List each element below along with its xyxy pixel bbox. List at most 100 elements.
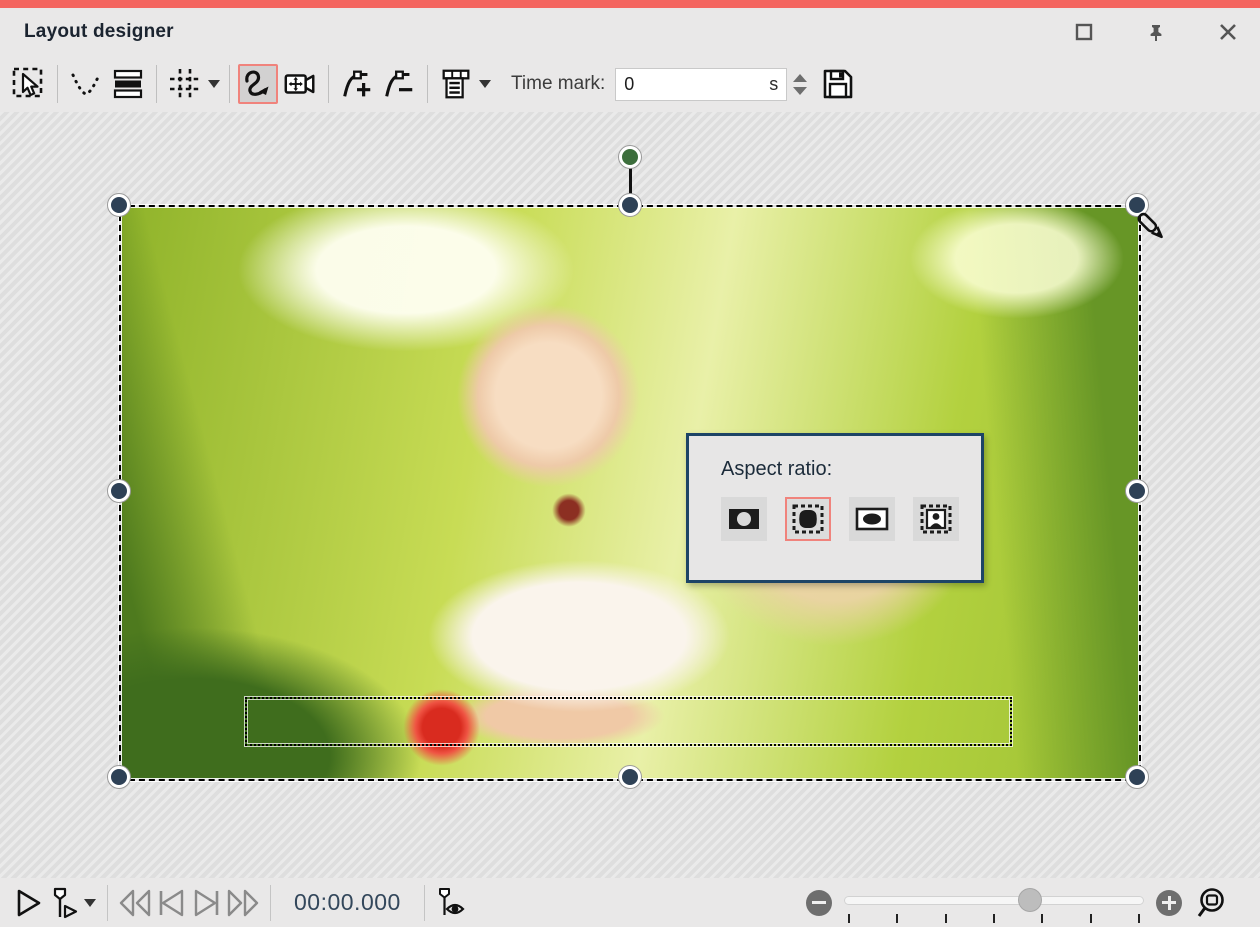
toolbar-separator bbox=[229, 65, 230, 103]
marker-eye-icon bbox=[434, 886, 470, 920]
time-mark-unit: s bbox=[769, 74, 778, 95]
titlebar: Layout designer bbox=[0, 8, 1260, 56]
camera-pan-icon bbox=[282, 66, 318, 102]
handle-bottom-right[interactable] bbox=[1126, 766, 1148, 788]
toolbar-separator bbox=[328, 65, 329, 103]
dotted-path-icon bbox=[68, 66, 104, 102]
maximize-button[interactable] bbox=[1070, 18, 1098, 46]
fast-forward-button[interactable] bbox=[225, 885, 261, 921]
pen-cursor-icon bbox=[1129, 205, 1175, 256]
save-icon bbox=[820, 66, 856, 102]
play-button[interactable] bbox=[10, 885, 46, 921]
grid-dropdown-caret[interactable] bbox=[206, 64, 222, 104]
play-mode-dropdown-caret[interactable] bbox=[82, 883, 98, 923]
close-icon bbox=[1219, 23, 1237, 41]
handle-top-center[interactable] bbox=[619, 194, 641, 216]
chevron-down-icon bbox=[84, 899, 96, 907]
layers-icon bbox=[110, 66, 146, 102]
zoom-slider-track[interactable] bbox=[844, 896, 1144, 905]
close-button[interactable] bbox=[1214, 18, 1242, 46]
time-mark-input[interactable] bbox=[624, 74, 765, 95]
pin-icon bbox=[1146, 22, 1166, 42]
handle-mid-right[interactable] bbox=[1126, 480, 1148, 502]
toolbar-separator bbox=[156, 65, 157, 103]
zoom-in-button[interactable] bbox=[1156, 890, 1182, 916]
next-button[interactable] bbox=[189, 885, 225, 921]
spinner-up-icon[interactable] bbox=[793, 74, 807, 82]
fast-forward-icon bbox=[225, 888, 261, 918]
window-controls bbox=[1070, 18, 1242, 46]
toolbar-separator bbox=[57, 65, 58, 103]
handle-bottom-center[interactable] bbox=[619, 766, 641, 788]
camera-pan-button[interactable] bbox=[280, 64, 320, 104]
pin-button[interactable] bbox=[1142, 18, 1170, 46]
playback-bar: 00:00.000 bbox=[0, 878, 1260, 927]
rounded-frame-icon bbox=[791, 503, 825, 535]
text-placeholder-box[interactable] bbox=[245, 697, 1012, 746]
aspect-option-ellipse[interactable] bbox=[849, 497, 895, 541]
chevron-down-icon bbox=[479, 80, 491, 88]
remove-node-button[interactable] bbox=[379, 64, 419, 104]
motion-path-points-button[interactable] bbox=[66, 64, 106, 104]
curve-tool-button[interactable] bbox=[238, 64, 278, 104]
time-mark-field[interactable]: s bbox=[615, 68, 787, 101]
zoom-fit-button[interactable] bbox=[1196, 885, 1232, 921]
curve-icon bbox=[240, 66, 276, 102]
portrait-frame-icon bbox=[919, 503, 953, 535]
aspect-option-portrait-frame[interactable] bbox=[913, 497, 959, 541]
zoom-slider[interactable] bbox=[844, 888, 1144, 918]
ellipse-icon bbox=[855, 506, 889, 532]
slide-object[interactable] bbox=[121, 207, 1139, 779]
marker-visibility-button[interactable] bbox=[434, 885, 470, 921]
aspect-option-filled-rect[interactable] bbox=[721, 497, 767, 541]
grid-button[interactable] bbox=[165, 64, 205, 104]
toolbar: Time mark: s bbox=[0, 56, 1260, 112]
zoom-slider-thumb[interactable] bbox=[1019, 889, 1041, 911]
layout-canvas[interactable]: Aspect ratio: bbox=[0, 112, 1260, 878]
next-icon bbox=[191, 888, 223, 918]
save-button[interactable] bbox=[818, 64, 858, 104]
bottombar-separator bbox=[270, 885, 271, 921]
aspect-ratio-label: Aspect ratio: bbox=[721, 458, 981, 481]
zoom-out-button[interactable] bbox=[806, 890, 832, 916]
spinner-down-icon[interactable] bbox=[793, 87, 807, 95]
object-list-button[interactable] bbox=[436, 64, 476, 104]
zoom-slider-ticks bbox=[848, 914, 1140, 923]
zoom-slider-group bbox=[806, 885, 1242, 921]
aspect-ratio-panel: Aspect ratio: bbox=[686, 433, 984, 583]
grid-icon bbox=[167, 66, 203, 102]
aspect-ratio-options bbox=[721, 497, 981, 541]
bottombar-separator bbox=[107, 885, 108, 921]
handle-mid-left[interactable] bbox=[108, 480, 130, 502]
previous-icon bbox=[155, 888, 187, 918]
remove-node-icon bbox=[381, 66, 417, 102]
rotation-handle[interactable] bbox=[619, 146, 641, 168]
filled-rect-circle-icon bbox=[727, 506, 761, 532]
chevron-down-icon bbox=[208, 80, 220, 88]
select-icon bbox=[11, 66, 47, 102]
aspect-option-rounded-frame[interactable] bbox=[785, 497, 831, 541]
toolbar-separator bbox=[427, 65, 428, 103]
maximize-icon bbox=[1075, 23, 1093, 41]
layers-button[interactable] bbox=[108, 64, 148, 104]
window-title: Layout designer bbox=[24, 21, 174, 43]
add-node-button[interactable] bbox=[337, 64, 377, 104]
play-from-marker-button[interactable] bbox=[46, 885, 82, 921]
zoom-fit-icon bbox=[1196, 885, 1232, 921]
object-list-icon bbox=[438, 66, 474, 102]
slide-photo[interactable] bbox=[121, 207, 1139, 779]
window-accent-bar bbox=[0, 0, 1260, 8]
rewind-icon bbox=[117, 888, 153, 918]
previous-button[interactable] bbox=[153, 885, 189, 921]
handle-top-left[interactable] bbox=[108, 194, 130, 216]
handle-bottom-left[interactable] bbox=[108, 766, 130, 788]
play-icon bbox=[12, 887, 44, 919]
time-display: 00:00.000 bbox=[294, 889, 401, 916]
play-from-marker-icon bbox=[48, 886, 80, 920]
time-mark-spinner[interactable] bbox=[793, 74, 807, 95]
time-mark-label: Time mark: bbox=[511, 73, 605, 95]
add-node-icon bbox=[339, 66, 375, 102]
object-list-dropdown-caret[interactable] bbox=[477, 64, 493, 104]
select-tool-button[interactable] bbox=[9, 64, 49, 104]
rewind-button[interactable] bbox=[117, 885, 153, 921]
